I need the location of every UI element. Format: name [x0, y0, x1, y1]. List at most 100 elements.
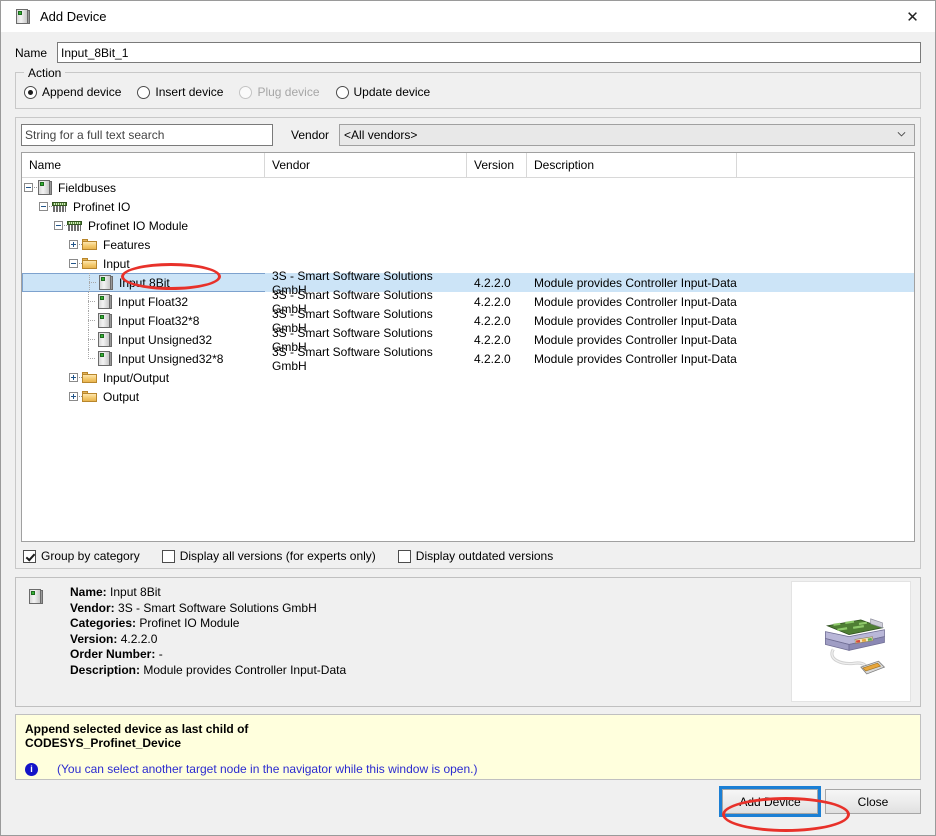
search-input[interactable]	[21, 124, 273, 146]
radio-update-device[interactable]: Update device	[335, 85, 430, 99]
tree-expander-plus-icon[interactable]	[67, 235, 84, 254]
device-detail-key: Name:	[70, 585, 107, 599]
checkbox-display-outdated-versions[interactable]: Display outdated versions	[397, 549, 553, 563]
device-detail-value: 3S - Smart Software Solutions GmbH	[118, 600, 317, 615]
tree-guide	[82, 311, 97, 330]
name-label: Name	[15, 45, 48, 60]
device-icon	[97, 330, 115, 349]
checkbox-box	[161, 549, 175, 563]
tree-row[interactable]: Output	[22, 387, 914, 406]
tree-row[interactable]: Profinet IO	[22, 197, 914, 216]
tree-rows: Fieldbuses Profinet IO Profinet IO Module F…	[22, 178, 914, 406]
tree-row-name-cell[interactable]: Profinet IO	[22, 197, 265, 216]
device-detail-key: Categories:	[70, 616, 137, 630]
tree-row[interactable]: Fieldbuses	[22, 178, 914, 197]
tree-row-name-cell[interactable]: Input Float32	[22, 292, 265, 311]
tree-row-label: Input/Output	[103, 370, 170, 385]
tree-expander-minus-icon[interactable]	[22, 178, 39, 197]
dialog-body: Name Action Append device Insert device …	[1, 32, 935, 835]
tree-row-name-cell[interactable]: Input/Output	[22, 368, 265, 387]
tree-row-name-cell[interactable]: Input 8Bit	[22, 273, 265, 292]
device-icon	[97, 349, 115, 368]
tree-row-version: 4.2.2.0	[474, 275, 511, 290]
radio-insert-device[interactable]: Insert device	[137, 85, 223, 99]
tree-row-name-cell[interactable]: Input Unsigned32	[22, 330, 265, 349]
tree-row-name-cell[interactable]: Input	[22, 254, 265, 273]
tree-row-label: Input Float32*8	[118, 313, 200, 328]
column-header-version[interactable]: Version	[467, 153, 527, 177]
add-device-dialog: Add Device ✕ Name Action Append device I…	[0, 0, 936, 836]
tree-row[interactable]: Input	[22, 254, 914, 273]
checkbox-label: Group by category	[41, 549, 140, 563]
checkbox-group-by-category[interactable]: Group by category	[23, 549, 140, 563]
radio-append-device[interactable]: Append device	[24, 85, 121, 99]
device-tree[interactable]: Name Vendor Version Description Fieldbus…	[21, 152, 915, 542]
tree-row-description: Module provides Controller Input-Data	[534, 294, 737, 309]
device-detail-key: Version:	[70, 631, 118, 646]
name-input[interactable]	[57, 42, 921, 63]
tree-row[interactable]: Input Float32 3S - Smart Software Solutio…	[22, 288, 914, 316]
close-icon[interactable]: ✕	[890, 1, 935, 32]
target-info-bar: Append selected device as last child of …	[15, 714, 921, 780]
action-radio-row: Append device Insert device Plug device …	[16, 85, 920, 99]
radio-label: Plug device	[257, 85, 320, 99]
checkbox-display-all-versions[interactable]: Display all versions (for experts only)	[161, 549, 376, 563]
tree-expander-minus-icon[interactable]	[52, 216, 69, 235]
column-header-description[interactable]: Description	[527, 153, 737, 177]
tree-row-description: Module provides Controller Input-Data	[534, 332, 737, 347]
vendor-label: Vendor	[291, 128, 330, 142]
folder-icon	[82, 235, 100, 254]
chevron-down-icon	[897, 131, 906, 137]
device-details-text: Name: Input 8Bit Vendor: 3S - Smart Softw…	[70, 585, 912, 678]
window-title: Add Device	[40, 9, 107, 24]
catalog-options-row: Group by category Display all versions (…	[21, 542, 915, 563]
tree-expander-plus-icon[interactable]	[67, 387, 84, 406]
device-icon	[15, 8, 31, 25]
search-row: Vendor <All vendors>	[21, 124, 915, 146]
comb-icon	[67, 216, 85, 235]
tree-row-name-cell[interactable]: Profinet IO Module	[22, 216, 265, 235]
close-button[interactable]: Close	[825, 789, 921, 814]
tree-row-description: Module provides Controller Input-Data	[534, 313, 737, 328]
tree-row[interactable]: Input Unsigned32 3S - Smart Software Solu…	[22, 326, 914, 354]
tree-row[interactable]: Input Float32*8 3S - Smart Software Solut…	[22, 307, 914, 335]
tree-row[interactable]: Profinet IO Module	[22, 216, 914, 235]
tree-row[interactable]: Input/Output	[22, 368, 914, 387]
tree-row-label: Input Unsigned32*8	[118, 351, 224, 366]
tree-row-label: Output	[103, 389, 140, 404]
tree-row-name-cell[interactable]: Output	[22, 387, 265, 406]
radio-label: Insert device	[155, 85, 224, 99]
device-icon	[98, 273, 116, 292]
tree-expander-minus-icon[interactable]	[37, 197, 54, 216]
tree-row-name-cell[interactable]: Features	[22, 235, 265, 254]
tree-row[interactable]: Input 8Bit 3S - Smart Software Solutions …	[22, 269, 914, 297]
tree-expander-plus-icon[interactable]	[67, 368, 84, 387]
tree-row-label: Input 8Bit	[119, 275, 170, 290]
tree-row-name-cell[interactable]: Input Unsigned32*8	[22, 349, 265, 368]
tree-row-name-cell[interactable]: Input Float32*8	[22, 311, 265, 330]
tree-row[interactable]: Input Unsigned32*8 3S - Smart Software So…	[22, 345, 914, 373]
info-note-text: (You can select another target node in t…	[57, 762, 478, 776]
vendor-select[interactable]: <All vendors>	[339, 124, 915, 146]
add-device-button[interactable]: Add Device	[719, 786, 821, 817]
device-detail-value: 4.2.2.0	[120, 631, 158, 646]
radio-plug-device: Plug device	[239, 85, 320, 99]
column-header-name[interactable]: Name	[22, 153, 265, 177]
radio-mark	[24, 85, 37, 99]
device-icon	[28, 589, 44, 605]
device-icon	[37, 178, 55, 197]
tree-row-name-cell[interactable]: Fieldbuses	[22, 178, 265, 197]
column-header-vendor[interactable]: Vendor	[265, 153, 467, 177]
tree-row[interactable]: Features	[22, 235, 914, 254]
tree-expander-minus-icon[interactable]	[67, 254, 84, 273]
checkbox-box	[397, 549, 411, 563]
